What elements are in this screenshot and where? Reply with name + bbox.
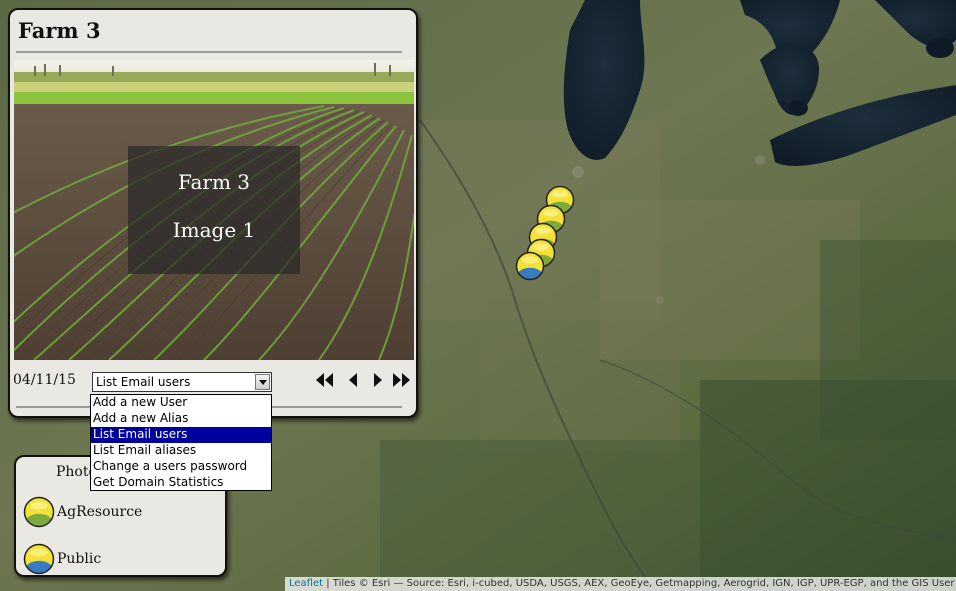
- caption-image-number: Image 1: [172, 218, 256, 242]
- chevron-down-icon[interactable]: [255, 374, 270, 390]
- title-divider: [16, 51, 402, 53]
- agresource-marker-icon: [23, 496, 55, 532]
- photo-date: 04/11/15: [13, 372, 76, 388]
- previous-icon[interactable]: [347, 370, 359, 394]
- dropdown-option[interactable]: Get Domain Statistics: [91, 475, 271, 491]
- leaflet-link[interactable]: Leaflet: [289, 578, 323, 589]
- dropdown-option[interactable]: Add a new Alias: [91, 411, 271, 427]
- caption-farm-name: Farm 3: [177, 170, 251, 194]
- dropdown-option[interactable]: Change a users password: [91, 459, 271, 475]
- map-marker-public[interactable]: [515, 251, 545, 281]
- photo-panel: Farm 3 Farm 3 Image 1 04/11/15 List Emai…: [8, 8, 418, 418]
- action-select-dropdown[interactable]: Add a new User Add a new Alias List Emai…: [90, 394, 272, 491]
- first-icon[interactable]: [314, 370, 334, 394]
- last-icon[interactable]: [392, 370, 412, 394]
- legend-label: Public: [57, 551, 102, 567]
- photo-caption: Farm 3 Image 1: [128, 146, 300, 274]
- dropdown-option[interactable]: Add a new User: [91, 395, 271, 411]
- panel-title: Farm 3: [18, 18, 101, 43]
- photo-navigation: [314, 370, 414, 392]
- public-marker-icon: [23, 543, 55, 579]
- action-select[interactable]: List Email users: [92, 372, 272, 392]
- next-icon[interactable]: [372, 370, 384, 394]
- farm-photo[interactable]: Farm 3 Image 1: [14, 60, 414, 360]
- dropdown-option-selected[interactable]: List Email users: [91, 427, 271, 443]
- attribution-text: | Tiles © Esri — Source: Esri, i-cubed, …: [323, 578, 956, 589]
- action-select-value: List Email users: [96, 375, 191, 389]
- legend-label: AgResource: [57, 504, 143, 520]
- dropdown-option[interactable]: List Email aliases: [91, 443, 271, 459]
- map-attribution: Leaflet | Tiles © Esri — Source: Esri, i…: [285, 577, 956, 591]
